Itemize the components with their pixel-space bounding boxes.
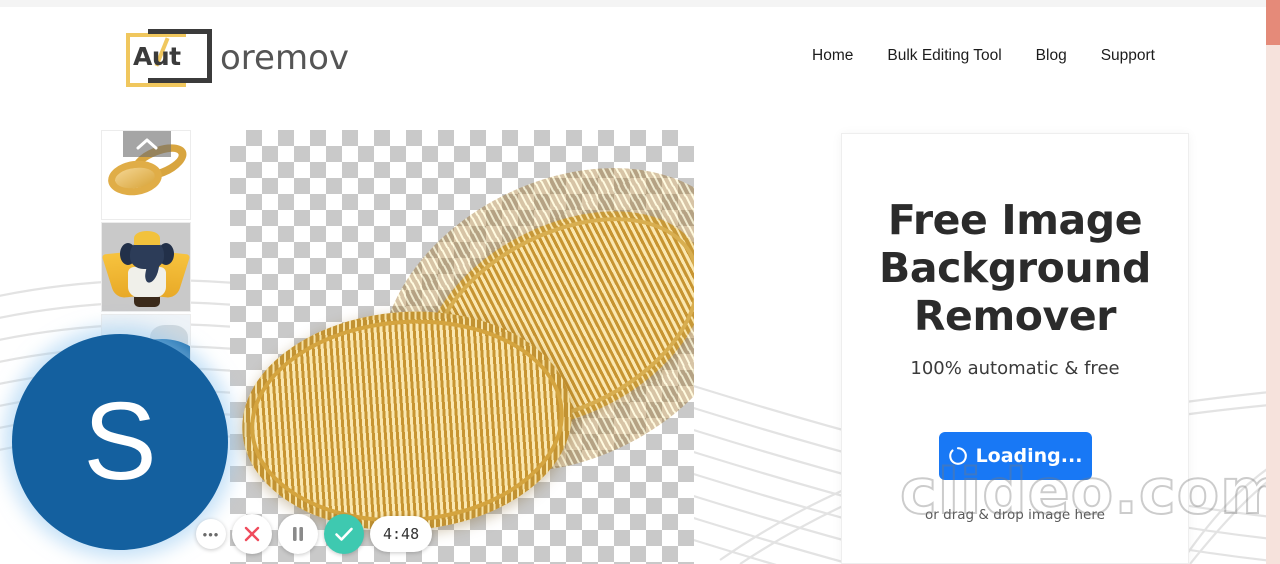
- check-icon: [335, 527, 353, 541]
- nav-item-blog[interactable]: Blog: [1036, 47, 1067, 65]
- thumbnail-item[interactable]: [101, 222, 191, 312]
- upload-loading-button[interactable]: Loading...: [938, 432, 1092, 480]
- logo-mark-icon: Aut: [126, 29, 212, 87]
- recorder-more-button[interactable]: •••: [196, 519, 226, 549]
- close-icon: [244, 526, 260, 542]
- thumbnail-item[interactable]: [101, 130, 191, 220]
- screen-recorder-toolbar: ••• 4:48: [196, 512, 433, 556]
- bangle-front-graphic: [234, 300, 580, 542]
- nav-item-bulk-editing-tool[interactable]: Bulk Editing Tool: [887, 47, 1001, 65]
- page-root: Aut oremov Home Bulk Editing Tool Blog S…: [0, 0, 1280, 564]
- page-title: Free Image Background Remover: [879, 196, 1151, 340]
- recorder-stop-button[interactable]: [232, 514, 272, 554]
- logo-word-text: oremov: [220, 38, 349, 78]
- page-top-edge: [0, 0, 1280, 7]
- upload-button-label: Loading...: [975, 445, 1083, 467]
- presenter-initial: S: [83, 380, 157, 503]
- image-preview-canvas[interactable]: [230, 130, 694, 564]
- page-subtitle: 100% automatic & free: [910, 358, 1120, 379]
- recorder-more-label: •••: [202, 526, 220, 542]
- logo-mark-text: Aut: [133, 42, 181, 71]
- recorder-done-button[interactable]: [324, 514, 364, 554]
- thumbnail-image-idol: [102, 223, 190, 311]
- spinner-icon: [948, 447, 967, 465]
- site-logo[interactable]: Aut oremov: [126, 25, 446, 91]
- recorder-pause-button[interactable]: [278, 514, 318, 554]
- pause-icon: [293, 527, 303, 541]
- thumbnail-scroll-up-button[interactable]: [123, 131, 171, 157]
- nav-item-support[interactable]: Support: [1101, 47, 1155, 65]
- recorder-timer: 4:48: [370, 516, 433, 552]
- main-navigation: Home Bulk Editing Tool Blog Support: [812, 47, 1155, 65]
- page-scrollbar-track[interactable]: [1266, 0, 1280, 564]
- upload-card: Free Image Background Remover 100% autom…: [841, 133, 1189, 564]
- site-header: Aut oremov Home Bulk Editing Tool Blog S…: [0, 7, 1266, 108]
- chevron-up-icon: [136, 138, 158, 150]
- drag-drop-hint: or drag & drop image here: [925, 507, 1105, 523]
- nav-item-home[interactable]: Home: [812, 47, 853, 65]
- page-scrollbar-thumb[interactable]: [1266, 0, 1280, 45]
- recorder-timer-value: 4:48: [383, 525, 420, 543]
